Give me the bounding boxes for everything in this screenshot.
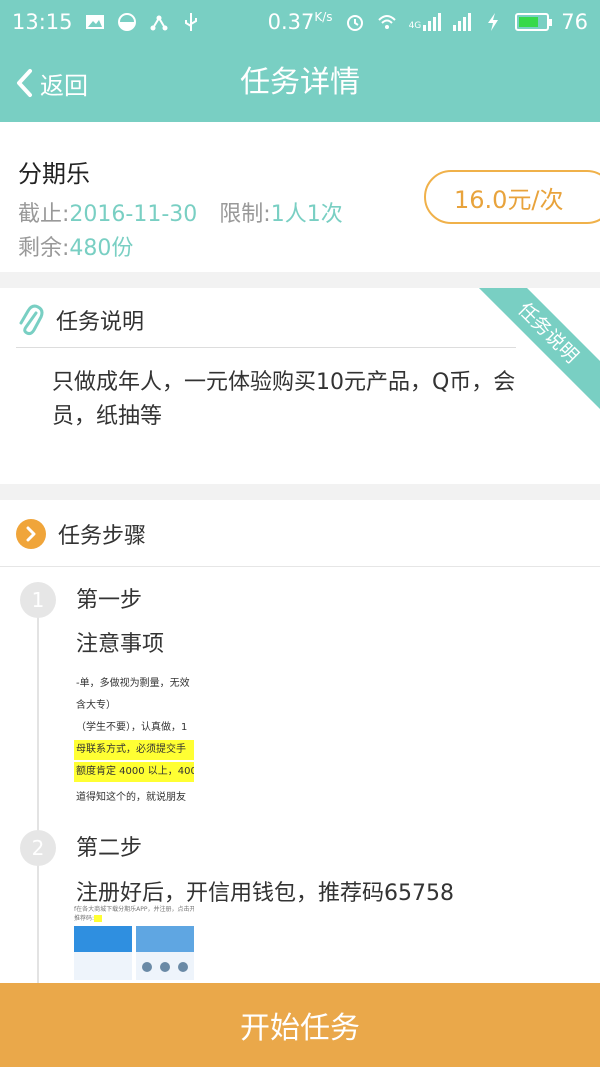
battery-icon: [515, 13, 553, 31]
step-screenshot-image[interactable]: f在各大商城下载分期乐APP，并注册，点击开通 推荐码:: [74, 904, 194, 984]
product-name: 分期乐: [18, 160, 90, 188]
charging-icon: [488, 13, 499, 31]
steps-header: 任务步骤: [16, 514, 146, 554]
step-title: 第二步: [76, 836, 143, 861]
paperclip-icon: [19, 304, 44, 336]
status-bar: 13:15 0.37K/s 4G 76: [0, 0, 600, 44]
half-circle-icon: [117, 13, 136, 31]
image-icon: [85, 15, 104, 29]
limit-value: 1人1次: [270, 202, 343, 227]
battery-level: 76: [561, 10, 588, 34]
divider: [0, 566, 600, 567]
alarm-icon: [346, 15, 363, 31]
limit-label: 限制:: [219, 202, 271, 227]
task-summary-card: 分期乐 截止:2016-11-30 限制:1人1次 剩余:480份 16.0元/次: [0, 122, 600, 272]
usb-icon: [184, 13, 197, 31]
step-number: 1: [20, 582, 56, 618]
price-badge: 16.0元/次: [424, 170, 600, 224]
image-text-line: （学生不要），认真做，1: [76, 722, 188, 733]
signal-icon: [453, 13, 472, 31]
description-header: 任务说明: [16, 302, 144, 338]
remaining-value: 480份: [69, 236, 134, 261]
nav-bar: 返回 任务详情: [0, 44, 600, 122]
steps-timeline: [37, 600, 39, 1000]
wifi-icon: [377, 15, 396, 29]
chevron-right-icon: [16, 519, 46, 549]
page-title: 任务详情: [240, 65, 360, 100]
phone-screenshot: [136, 926, 194, 980]
image-text-line: 额度肯定 4000 以上，4000: [74, 762, 194, 782]
task-steps-card: 任务步骤 1 第一步 注意事项 -单，多做视为剽量，无效 含大专） （学生不要）…: [0, 500, 600, 1000]
signal-4g-icon: 4G: [409, 13, 442, 31]
step-title: 第一步: [76, 588, 143, 613]
status-time: 13:15: [12, 10, 73, 34]
description-heading: 任务说明: [56, 310, 145, 335]
image-text-line: 母联系方式，必须提交手: [74, 740, 194, 760]
description-text: 只做成年人，一元体验购买10元产品，Q币，会员，纸抽等: [52, 370, 516, 429]
image-text-line: 道得知这个的，就说朋友: [76, 792, 186, 803]
remaining-label: 剩余:: [18, 236, 70, 261]
step-number: 2: [20, 830, 56, 866]
image-text-line: 含大专）: [76, 700, 116, 711]
image-caption: f在各大商城下载分期乐APP，并注册，点击开通 推荐码:: [74, 906, 194, 922]
step-screenshot-image[interactable]: -单，多做视为剽量，无效 含大专） （学生不要），认真做，1 母联系方式，必须提…: [74, 674, 194, 802]
step-note: 注意事项: [76, 632, 165, 657]
deadline-label: 截止:: [18, 202, 70, 227]
divider: [16, 347, 516, 348]
network-speed: 0.37K/s: [267, 10, 333, 34]
task-meta-row: 截止:2016-11-30 限制:1人1次: [18, 196, 343, 228]
image-text-line: -单，多做视为剽量，无效: [76, 678, 190, 689]
remaining-row: 剩余:480份: [18, 230, 133, 262]
deadline-value: 2016-11-30: [69, 202, 198, 227]
task-description-card: 任务说明 只做成年人，一元体验购买10元产品，Q币，会员，纸抽等 任务说明: [0, 288, 600, 484]
phone-screenshot: [74, 926, 132, 980]
steps-heading: 任务步骤: [58, 524, 147, 549]
step-note: 注册好后，开信用钱包，推荐码65758: [76, 881, 454, 906]
share-hub-icon: [150, 15, 168, 31]
start-task-button[interactable]: 开始任务: [0, 983, 600, 1067]
